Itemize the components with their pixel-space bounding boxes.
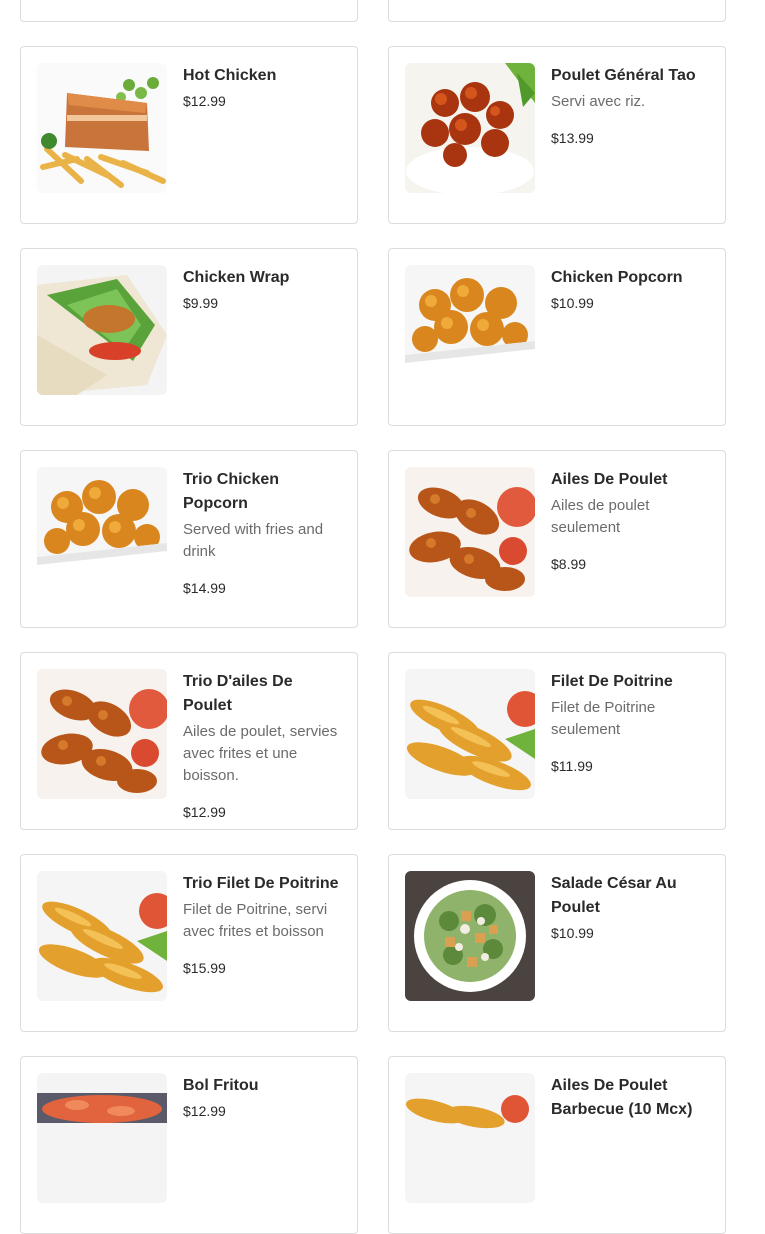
menu-item-card[interactable]: Filet De Poitrine Filet de Poitrine seul… — [388, 652, 726, 830]
menu-item-name: Ailes De Poulet Barbecue (10 Mcx) — [551, 1077, 693, 1118]
menu-item-name: Trio Chicken Popcorn — [183, 471, 280, 512]
menu-item-info — [183, 0, 341, 5]
menu-item-description: Filet de Poitrine, servi avec frites et … — [183, 901, 328, 940]
popcorn-icon — [37, 467, 167, 597]
menu-item-name: Salade César Au Poulet — [551, 875, 677, 916]
menu-item-card[interactable] — [20, 0, 358, 22]
menu-item-price: $12.99 — [183, 1103, 226, 1119]
salad-icon — [405, 871, 535, 1001]
popcorn-icon — [405, 265, 535, 395]
wings-icon — [405, 467, 535, 597]
menu-item-name: Trio Filet De Poitrine — [183, 875, 339, 892]
menu-item-card[interactable]: Ailes De Poulet Ailes de poulet seulemen… — [388, 450, 726, 628]
menu-item-card[interactable]: Bol Fritou $12.99 — [20, 1056, 358, 1234]
menu-item-price: $12.99 — [183, 93, 226, 109]
menu-item-name: Trio D'ailes De Poulet — [183, 673, 293, 714]
menu-item-name: Filet De Poitrine — [551, 673, 673, 690]
wrap-icon — [37, 265, 167, 395]
bowl-icon — [37, 1073, 167, 1203]
menu-item-info: Poulet Général Tao Servi avec riz. $13.9… — [551, 63, 709, 207]
menu-item-info: Hot Chicken $12.99 — [183, 63, 341, 207]
menu-item-description: Servi avec riz. — [551, 93, 646, 110]
menu-item-card[interactable]: Poulet Général Tao Servi avec riz. $13.9… — [388, 46, 726, 224]
menu-item-description: Filet de Poitrine seulement — [551, 699, 656, 738]
menu-item-info: Trio Filet De Poitrine Filet de Poitrine… — [183, 871, 341, 1015]
menu-item-card[interactable]: Trio Filet De Poitrine Filet de Poitrine… — [20, 854, 358, 1032]
wings-icon — [37, 669, 167, 799]
menu-item-price: $12.99 — [183, 804, 226, 820]
tenders-icon — [405, 669, 535, 799]
menu-item-info: Chicken Popcorn $10.99 — [551, 265, 709, 409]
menu-item-info: Ailes De Poulet Barbecue (10 Mcx) — [551, 1073, 709, 1217]
menu-item-price: $11.99 — [551, 758, 593, 774]
menu-item-card[interactable]: Chicken Popcorn $10.99 — [388, 248, 726, 426]
menu-item-price: $14.99 — [183, 580, 226, 596]
menu-item-description: Ailes de poulet, servies avec frites et … — [183, 723, 338, 784]
menu-item-name: Chicken Popcorn — [551, 269, 683, 286]
menu-item-card[interactable] — [388, 0, 726, 22]
menu-grid: Hot Chicken $12.99 Poulet Général Tao Se… — [20, 0, 726, 1234]
menu-item-card[interactable]: Trio Chicken Popcorn Served with fries a… — [20, 450, 358, 628]
menu-item-info: Filet De Poitrine Filet de Poitrine seul… — [551, 669, 709, 813]
menu-item-card[interactable]: Trio D'ailes De Poulet Ailes de poulet, … — [20, 652, 358, 830]
menu-item-info: Bol Fritou $12.99 — [183, 1073, 341, 1217]
menu-item-price: $10.99 — [551, 925, 594, 941]
menu-item-price: $15.99 — [183, 960, 226, 976]
menu-item-info: Ailes De Poulet Ailes de poulet seulemen… — [551, 467, 709, 611]
menu-item-info: Trio D'ailes De Poulet Ailes de poulet, … — [183, 669, 341, 820]
menu-item-name: Ailes De Poulet — [551, 471, 668, 488]
menu-item-card[interactable]: Ailes De Poulet Barbecue (10 Mcx) — [388, 1056, 726, 1234]
menu-item-info: Salade César Au Poulet $10.99 — [551, 871, 709, 1015]
menu-item-info: Trio Chicken Popcorn Served with fries a… — [183, 467, 341, 611]
menu-item-description: Ailes de poulet seulement — [551, 497, 650, 536]
menu-item-info — [551, 0, 709, 5]
menu-item-name: Chicken Wrap — [183, 269, 290, 286]
menu-item-name: Hot Chicken — [183, 67, 277, 84]
menu-item-info: Chicken Wrap $9.99 — [183, 265, 341, 409]
general-tao-icon — [405, 63, 535, 193]
menu-item-description: Served with fries and drink — [183, 521, 324, 560]
menu-item-price: $10.99 — [551, 295, 594, 311]
tenders-icon — [405, 1073, 535, 1203]
menu-item-price: $13.99 — [551, 130, 594, 146]
menu-item-name: Bol Fritou — [183, 1077, 259, 1094]
tenders-icon — [37, 871, 167, 1001]
hot-chicken-icon — [37, 63, 167, 193]
menu-item-card[interactable]: Chicken Wrap $9.99 — [20, 248, 358, 426]
menu-item-card[interactable]: Salade César Au Poulet $10.99 — [388, 854, 726, 1032]
menu-item-card[interactable]: Hot Chicken $12.99 — [20, 46, 358, 224]
menu-item-name: Poulet Général Tao — [551, 67, 696, 84]
menu-item-price: $8.99 — [551, 556, 587, 572]
menu-item-price: $9.99 — [183, 295, 219, 311]
